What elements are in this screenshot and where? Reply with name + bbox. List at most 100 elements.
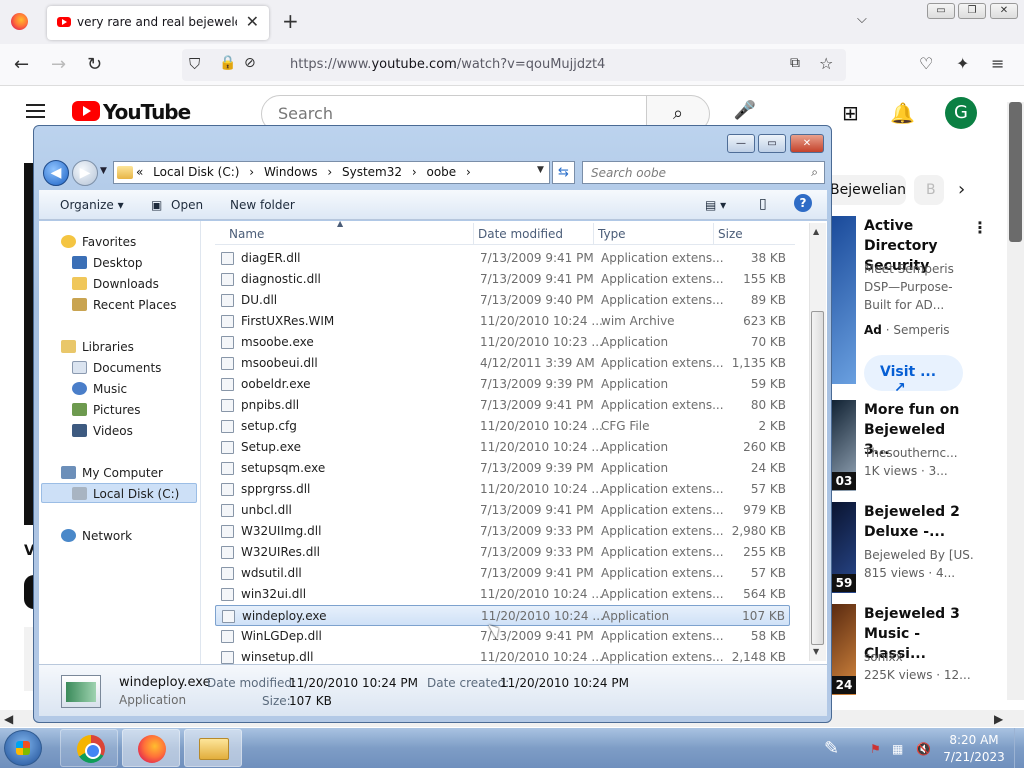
- scroll-right-icon[interactable]: ▶: [994, 712, 1003, 726]
- clock-date[interactable]: 7/21/2023: [940, 750, 1008, 764]
- organize-button[interactable]: Organize ▾: [60, 198, 124, 212]
- file-list-scrollbar-thumb[interactable]: [811, 311, 824, 645]
- youtube-logo-icon[interactable]: [72, 101, 100, 121]
- nav-documents[interactable]: Documents: [72, 361, 161, 375]
- preview-pane-button[interactable]: ▯: [759, 196, 767, 212]
- file-row[interactable]: Setup.exe 11/20/2010 10:24 ... Application…: [215, 437, 790, 458]
- video-title[interactable]: Bejeweled 2 Deluxe -...: [864, 502, 974, 542]
- file-row[interactable]: spprgrss.dll 11/20/2010 10:24 ... Applicat…: [215, 479, 790, 500]
- video-channel[interactable]: Thesouthernc...: [864, 444, 974, 462]
- column-divider[interactable]: [713, 223, 714, 245]
- file-row[interactable]: oobeldr.exe 7/13/2009 9:39 PM Application 5…: [215, 374, 790, 395]
- browser-tab[interactable]: very rare and real bejeweled 2 b ✕: [47, 6, 269, 40]
- window-close-button[interactable]: ✕: [990, 3, 1018, 19]
- file-row[interactable]: msoobeui.dll 4/12/2011 3:39 AM Application…: [215, 353, 790, 374]
- breadcrumb-separator[interactable]: ›: [327, 165, 332, 179]
- network-status-icon[interactable]: ▦: [892, 742, 903, 756]
- file-row[interactable]: windeploy.exe 11/20/2010 10:24 ... Applica…: [215, 605, 790, 626]
- nav-desktop[interactable]: Desktop: [72, 256, 143, 270]
- scroll-left-icon[interactable]: ◀: [4, 712, 13, 726]
- breadcrumb-separator[interactable]: ›: [466, 165, 471, 179]
- breadcrumb-windows[interactable]: Windows: [264, 165, 318, 179]
- nav-recent-places[interactable]: Recent Places: [72, 298, 176, 312]
- file-row[interactable]: W32UIImg.dll 7/13/2009 9:33 PM Application…: [215, 521, 790, 542]
- file-row[interactable]: unbcl.dll 7/13/2009 9:41 PM Application ex…: [215, 500, 790, 521]
- page-scrollbar-thumb[interactable]: [1009, 102, 1022, 242]
- recent-pages-dropdown-icon[interactable]: ▼: [100, 166, 107, 176]
- visit-button[interactable]: Visit ... ↗: [864, 355, 963, 396]
- clock-time[interactable]: 8:20 AM: [944, 733, 1004, 747]
- nav-favorites[interactable]: Favorites: [61, 235, 136, 249]
- tab-close-icon[interactable]: ✕: [246, 12, 259, 31]
- nav-libraries[interactable]: Libraries: [61, 340, 134, 354]
- notifications-bell-icon[interactable]: 🔔: [890, 101, 915, 125]
- change-view-button[interactable]: ▤ ▾: [705, 198, 726, 212]
- nav-videos[interactable]: Videos: [72, 424, 133, 438]
- nav-music[interactable]: Music: [72, 382, 127, 396]
- file-row[interactable]: WinLGDep.dll 7/13/2009 9:41 PM Application…: [215, 626, 790, 647]
- column-header-size[interactable]: Size: [718, 227, 743, 241]
- breadcrumb-overflow[interactable]: «: [136, 165, 143, 179]
- breadcrumb-local-disk[interactable]: Local Disk (C:): [153, 165, 239, 179]
- permissions-icon[interactable]: ⊘: [244, 55, 256, 71]
- back-button[interactable]: ◀: [43, 160, 69, 186]
- address-dropdown-icon[interactable]: ▼: [537, 165, 544, 175]
- pane-splitter[interactable]: [200, 221, 201, 664]
- more-options-icon[interactable]: ⋮: [972, 218, 988, 237]
- taskbar-chrome[interactable]: [60, 729, 118, 767]
- file-row[interactable]: win32ui.dll 11/20/2010 10:24 ... Applicati…: [215, 584, 790, 605]
- nav-downloads[interactable]: Downloads: [72, 277, 159, 291]
- hamburger-menu-icon[interactable]: [26, 104, 45, 118]
- file-row[interactable]: diagER.dll 7/13/2009 9:41 PM Application e…: [215, 248, 790, 269]
- extensions-icon[interactable]: ✦: [956, 54, 969, 73]
- address-bar[interactable]: « Local Disk (C:) › Windows › System32 ›…: [113, 161, 550, 184]
- shield-icon[interactable]: ⛉: [189, 55, 200, 73]
- forward-icon[interactable]: →: [51, 54, 66, 75]
- avatar[interactable]: G: [945, 97, 977, 129]
- volume-muted-icon[interactable]: 🔇: [916, 742, 931, 756]
- file-row[interactable]: diagnostic.dll 7/13/2009 9:41 PM Applicati…: [215, 269, 790, 290]
- file-row[interactable]: setupsqm.exe 7/13/2009 9:39 PM Application…: [215, 458, 790, 479]
- ad-thumbnail[interactable]: [832, 216, 856, 384]
- file-row[interactable]: pnpibs.dll 7/13/2009 9:41 PM Application e…: [215, 395, 790, 416]
- column-header-type[interactable]: Type: [598, 227, 626, 241]
- show-desktop-button[interactable]: [1014, 728, 1024, 768]
- scroll-up-icon[interactable]: ▲: [813, 227, 819, 236]
- bookmark-star-icon[interactable]: ☆: [819, 54, 833, 73]
- pocket-icon[interactable]: ♡: [919, 54, 933, 73]
- explorer-maximize-button[interactable]: ▭: [758, 134, 786, 153]
- breadcrumb-system32[interactable]: System32: [342, 165, 402, 179]
- breadcrumb[interactable]: « Local Disk (C:) › Windows › System32 ›…: [136, 165, 477, 179]
- picture-in-picture-icon[interactable]: ⧉: [790, 55, 800, 71]
- create-video-icon[interactable]: ⊞: [842, 101, 859, 125]
- file-row[interactable]: msoobe.exe 11/20/2010 10:23 ... Applicatio…: [215, 332, 790, 353]
- list-tabs-icon[interactable]: ⌵: [857, 12, 867, 27]
- lock-icon[interactable]: 🔒: [219, 55, 236, 71]
- chip-more[interactable]: B: [914, 175, 944, 205]
- file-row[interactable]: wdsutil.dll 7/13/2009 9:41 PM Application …: [215, 563, 790, 584]
- youtube-wordmark[interactable]: YouTube: [103, 100, 191, 124]
- action-center-icon[interactable]: ⚑: [870, 742, 881, 756]
- menu-icon[interactable]: ≡: [991, 54, 1004, 73]
- open-button[interactable]: Open: [171, 198, 203, 212]
- file-row[interactable]: FirstUXRes.WIM 11/20/2010 10:24 ... wim Ar…: [215, 311, 790, 332]
- forward-button[interactable]: ▶: [72, 160, 98, 186]
- window-minimize-button[interactable]: ▭: [927, 3, 955, 19]
- start-button[interactable]: [4, 730, 42, 766]
- nav-local-disk[interactable]: Local Disk (C:): [72, 487, 179, 501]
- window-restore-button[interactable]: ❐: [958, 3, 986, 19]
- pen-input-icon[interactable]: ✎: [824, 738, 839, 759]
- column-divider[interactable]: [593, 223, 594, 245]
- column-header-name[interactable]: Name: [229, 227, 264, 241]
- new-folder-button[interactable]: New folder: [230, 198, 295, 212]
- url-text[interactable]: https://www.youtube.com/watch?v=qouMujjd…: [290, 57, 605, 72]
- breadcrumb-separator[interactable]: ›: [249, 165, 254, 179]
- help-icon[interactable]: ?: [794, 194, 812, 212]
- chip-bejewelian[interactable]: Bejewelian: [822, 175, 906, 205]
- breadcrumb-oobe[interactable]: oobe: [426, 165, 456, 179]
- nav-pictures[interactable]: Pictures: [72, 403, 141, 417]
- column-divider[interactable]: [473, 223, 474, 245]
- file-row[interactable]: W32UIRes.dll 7/13/2009 9:33 PM Application…: [215, 542, 790, 563]
- video-channel[interactable]: sonixx: [864, 648, 974, 666]
- file-row[interactable]: DU.dll 7/13/2009 9:40 PM Application exten…: [215, 290, 790, 311]
